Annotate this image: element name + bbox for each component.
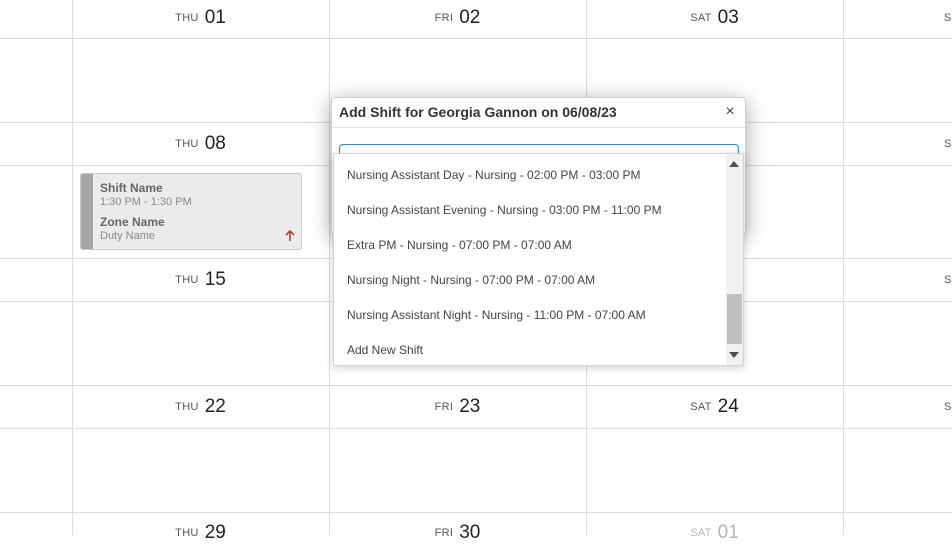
shift-time: 1:30 PM - 1:30 PM xyxy=(100,196,192,208)
day-of-week: THU xyxy=(175,527,199,539)
add-new-shift-option[interactable]: Add New Shift xyxy=(347,340,423,360)
day-of-week: THU xyxy=(175,138,199,150)
dropdown-scrollbar[interactable] xyxy=(726,154,743,365)
day-of-week: S xyxy=(944,12,952,24)
shift-name: Shift Name xyxy=(100,181,163,195)
day-of-week: THU xyxy=(175,274,199,286)
modal-divider xyxy=(332,127,745,128)
modal-title: Add Shift for Georgia Gannon on 06/08/23 xyxy=(339,104,617,120)
day-of-week: SAT xyxy=(690,12,712,24)
day-header[interactable]: FRI 02 xyxy=(329,0,586,36)
day-header[interactable]: S xyxy=(944,262,952,298)
grid-line xyxy=(329,0,330,535)
close-icon[interactable]: × xyxy=(722,104,738,120)
duty-name: Duty Name xyxy=(100,230,156,242)
day-header[interactable]: S xyxy=(944,0,952,36)
grid-line xyxy=(843,0,844,535)
arrow-up-icon xyxy=(285,230,295,241)
dropdown-option[interactable]: Nursing Assistant Evening - Nursing - 03… xyxy=(347,200,662,220)
day-header[interactable]: S xyxy=(944,389,952,425)
dropdown-option[interactable]: Nursing Night - Nursing - 07:00 PM - 07:… xyxy=(347,270,595,290)
day-header[interactable]: SAT 24 xyxy=(586,389,843,425)
day-of-week: THU xyxy=(175,12,199,24)
day-header[interactable]: THU 15 xyxy=(72,262,329,298)
grid-line xyxy=(0,385,952,386)
scrollbar-thumb[interactable] xyxy=(727,294,742,344)
day-number: 15 xyxy=(204,269,226,290)
day-of-week: SAT xyxy=(690,527,712,539)
day-header[interactable]: THU 01 xyxy=(72,0,329,36)
day-of-week: S xyxy=(944,401,952,413)
day-of-week: THU xyxy=(175,401,199,413)
day-header[interactable]: SAT 01 xyxy=(586,515,843,551)
shift-color-bar xyxy=(81,174,93,249)
day-of-week: SAT xyxy=(690,401,712,413)
day-header[interactable]: S xyxy=(944,126,952,162)
dropdown-option[interactable]: Extra PM - Nursing - 07:00 PM - 07:00 AM xyxy=(347,235,572,255)
scroll-down-icon[interactable] xyxy=(729,352,739,358)
day-number: 02 xyxy=(459,7,481,28)
day-number: 24 xyxy=(717,396,739,417)
day-number: 23 xyxy=(459,396,481,417)
day-of-week: S xyxy=(944,274,952,286)
shift-dropdown-list[interactable]: Nursing Assistant Day - Nursing - 02:00 … xyxy=(333,153,744,366)
day-header[interactable]: THU 22 xyxy=(72,389,329,425)
day-header[interactable]: SAT 03 xyxy=(586,0,843,36)
dropdown-option[interactable]: Nursing Assistant Night - Nursing - 11:0… xyxy=(347,305,646,325)
day-number: 01 xyxy=(717,522,739,543)
day-header[interactable]: FRI 23 xyxy=(329,389,586,425)
day-number: 03 xyxy=(717,7,739,28)
day-header[interactable]: THU 08 xyxy=(72,126,329,162)
dropdown-option[interactable]: Nursing Assistant Day - Nursing - 02:00 … xyxy=(347,165,640,185)
day-of-week: FRI xyxy=(434,12,454,24)
grid-line xyxy=(0,428,952,429)
day-number: 08 xyxy=(204,133,226,154)
shift-card[interactable]: Shift Name 1:30 PM - 1:30 PM Zone Name D… xyxy=(80,173,302,250)
grid-line xyxy=(0,38,952,39)
day-of-week: FRI xyxy=(434,401,454,413)
day-header[interactable]: FRI 30 xyxy=(329,515,586,551)
day-header[interactable]: THU 29 xyxy=(72,515,329,551)
day-number: 29 xyxy=(204,522,226,543)
day-number: 22 xyxy=(204,396,226,417)
day-of-week: FRI xyxy=(434,527,454,539)
day-of-week: S xyxy=(944,138,952,150)
grid-line xyxy=(0,512,952,513)
zone-name: Zone Name xyxy=(100,215,165,229)
scroll-up-icon[interactable] xyxy=(729,161,739,167)
day-number: 01 xyxy=(204,7,226,28)
day-number: 30 xyxy=(459,522,481,543)
